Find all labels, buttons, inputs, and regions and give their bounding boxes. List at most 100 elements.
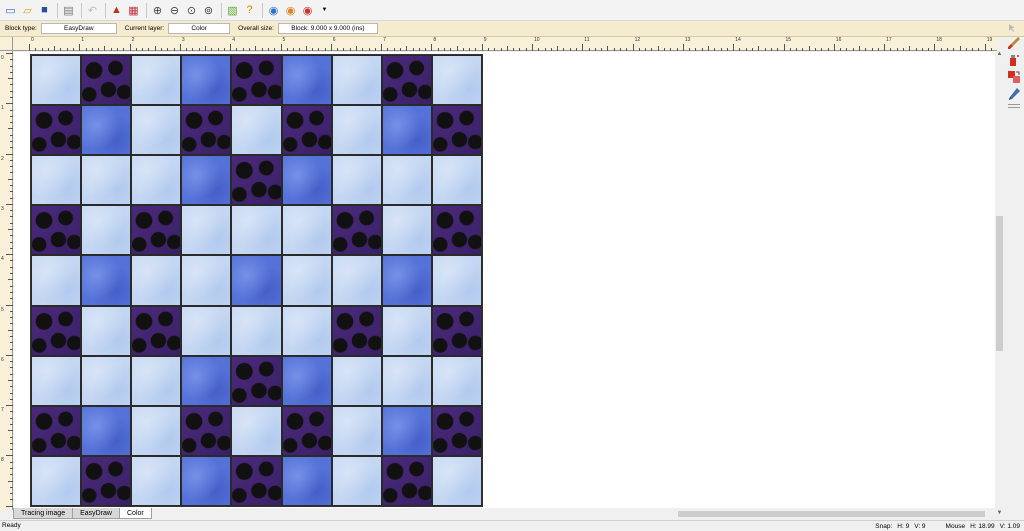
quilt-patch[interactable] xyxy=(281,355,332,406)
tab-tracing-image[interactable]: Tracing image xyxy=(13,508,74,519)
save-icon[interactable]: ■ xyxy=(37,3,52,18)
zoom-out-icon[interactable]: ⊖ xyxy=(167,3,182,18)
quilt-patch[interactable] xyxy=(281,155,332,206)
quilt-patch[interactable] xyxy=(81,105,132,156)
quilt-patch[interactable] xyxy=(231,155,282,206)
quilt-patch[interactable] xyxy=(381,405,432,456)
quilt-patch[interactable] xyxy=(81,155,132,206)
quilt-patch[interactable] xyxy=(181,255,232,306)
quilt-patch[interactable] xyxy=(381,105,432,156)
quilt-patch[interactable] xyxy=(331,155,382,206)
quilt-patch[interactable] xyxy=(31,405,82,456)
quilt-patch[interactable] xyxy=(331,455,382,506)
quilt-patch[interactable] xyxy=(81,405,132,456)
quilt-patch[interactable] xyxy=(281,205,332,256)
quilt-patch[interactable] xyxy=(431,105,482,156)
quilt-patch[interactable] xyxy=(81,455,132,506)
cursor-icon[interactable] xyxy=(1007,23,1021,33)
quilt-patch[interactable] xyxy=(231,205,282,256)
quilt-patch[interactable] xyxy=(81,55,132,106)
quilt-patch[interactable] xyxy=(31,305,82,356)
quilt-patch[interactable] xyxy=(331,405,382,456)
quilt-patch[interactable] xyxy=(31,205,82,256)
swap-color-icon[interactable] xyxy=(1007,70,1021,84)
block-worktable-icon[interactable]: ▧ xyxy=(225,3,240,18)
quilt-patch[interactable] xyxy=(181,55,232,106)
quilt-patch[interactable] xyxy=(31,255,82,306)
quilt-patch[interactable] xyxy=(181,205,232,256)
quilt-patch[interactable] xyxy=(181,105,232,156)
quilt-patch[interactable] xyxy=(31,355,82,406)
quilt-patch[interactable] xyxy=(281,305,332,356)
quilt-patch[interactable] xyxy=(31,55,82,106)
fabric-icon[interactable]: ◉ xyxy=(283,3,298,18)
vertical-scroll-thumb[interactable] xyxy=(996,216,1003,351)
zoom-in-icon[interactable]: ⊕ xyxy=(150,3,165,18)
quilt-patch[interactable] xyxy=(181,155,232,206)
quilt-patch[interactable] xyxy=(381,305,432,356)
block-canvas[interactable] xyxy=(14,52,995,508)
quilt-patch[interactable] xyxy=(381,255,432,306)
quilt-patch[interactable] xyxy=(231,55,282,106)
quilt-patch[interactable] xyxy=(231,355,282,406)
quilt-patch[interactable] xyxy=(131,355,182,406)
undo-icon[interactable]: ↶ xyxy=(85,3,100,18)
zoom-refresh-icon[interactable]: ⊚ xyxy=(201,3,216,18)
quilt-patch[interactable] xyxy=(431,355,482,406)
quilt-patch[interactable] xyxy=(331,355,382,406)
quilt-patch[interactable] xyxy=(231,405,282,456)
quilt-patch[interactable] xyxy=(131,255,182,306)
quilt-patch[interactable] xyxy=(331,255,382,306)
quilt-patch[interactable] xyxy=(81,305,132,356)
vertical-scrollbar[interactable]: ▲ ▼ xyxy=(995,51,1004,519)
easydraw-icon[interactable]: ◉ xyxy=(266,3,281,18)
quilt-patch[interactable] xyxy=(181,305,232,356)
quilt-patch[interactable] xyxy=(331,55,382,106)
quilt-patch[interactable] xyxy=(181,355,232,406)
open-icon[interactable]: ▱ xyxy=(20,3,35,18)
quilt-patch[interactable] xyxy=(381,55,432,106)
scroll-down-icon[interactable]: ▼ xyxy=(996,510,1003,519)
quilt-patch[interactable] xyxy=(81,205,132,256)
add-to-sketchbook-icon[interactable]: ▲ xyxy=(109,3,124,18)
quilt-patch[interactable] xyxy=(431,455,482,506)
tab-color[interactable]: Color xyxy=(119,508,152,519)
eyedropper-icon[interactable] xyxy=(1007,87,1021,101)
quilt-patch[interactable] xyxy=(331,305,382,356)
scroll-up-icon[interactable]: ▲ xyxy=(996,51,1003,60)
print-icon[interactable]: ▤ xyxy=(61,3,76,18)
quilt-patch[interactable] xyxy=(131,405,182,456)
quilt-patch[interactable] xyxy=(81,355,132,406)
quilt-patch[interactable] xyxy=(331,105,382,156)
quilt-patch[interactable] xyxy=(131,455,182,506)
quilt-patch[interactable] xyxy=(431,55,482,106)
quilt-patch[interactable] xyxy=(231,305,282,356)
quilt-patch[interactable] xyxy=(281,105,332,156)
quilt-patch[interactable] xyxy=(31,155,82,206)
quilt-patch[interactable] xyxy=(431,255,482,306)
quilt-patch[interactable] xyxy=(181,405,232,456)
quilt-patch[interactable] xyxy=(81,255,132,306)
quilt-patch[interactable] xyxy=(31,455,82,506)
quilt-patch[interactable] xyxy=(31,105,82,156)
quilt-patch[interactable] xyxy=(231,105,282,156)
horizontal-scroll-thumb[interactable] xyxy=(678,511,985,517)
quilt-patch[interactable] xyxy=(431,205,482,256)
view-sketchbook-icon[interactable]: ▦ xyxy=(126,3,141,18)
quilt-patch[interactable] xyxy=(181,455,232,506)
new-block-icon[interactable]: ▭ xyxy=(3,3,18,18)
quilt-patch[interactable] xyxy=(431,405,482,456)
horizontal-scrollbar[interactable] xyxy=(510,510,995,518)
quilt-patch[interactable] xyxy=(281,55,332,106)
spraycan-icon[interactable] xyxy=(1007,53,1021,67)
quilt-patch[interactable] xyxy=(231,255,282,306)
quilt-patch[interactable] xyxy=(131,55,182,106)
help-icon[interactable]: ? xyxy=(242,3,257,18)
tab-easydraw[interactable]: EasyDraw xyxy=(72,508,120,519)
quilt-patch[interactable] xyxy=(231,455,282,506)
quilt-patch[interactable] xyxy=(131,305,182,356)
quilt-patch[interactable] xyxy=(281,255,332,306)
quilt-patch[interactable] xyxy=(281,455,332,506)
quilt-patch[interactable] xyxy=(381,155,432,206)
color-icon[interactable]: ◉ xyxy=(300,3,315,18)
